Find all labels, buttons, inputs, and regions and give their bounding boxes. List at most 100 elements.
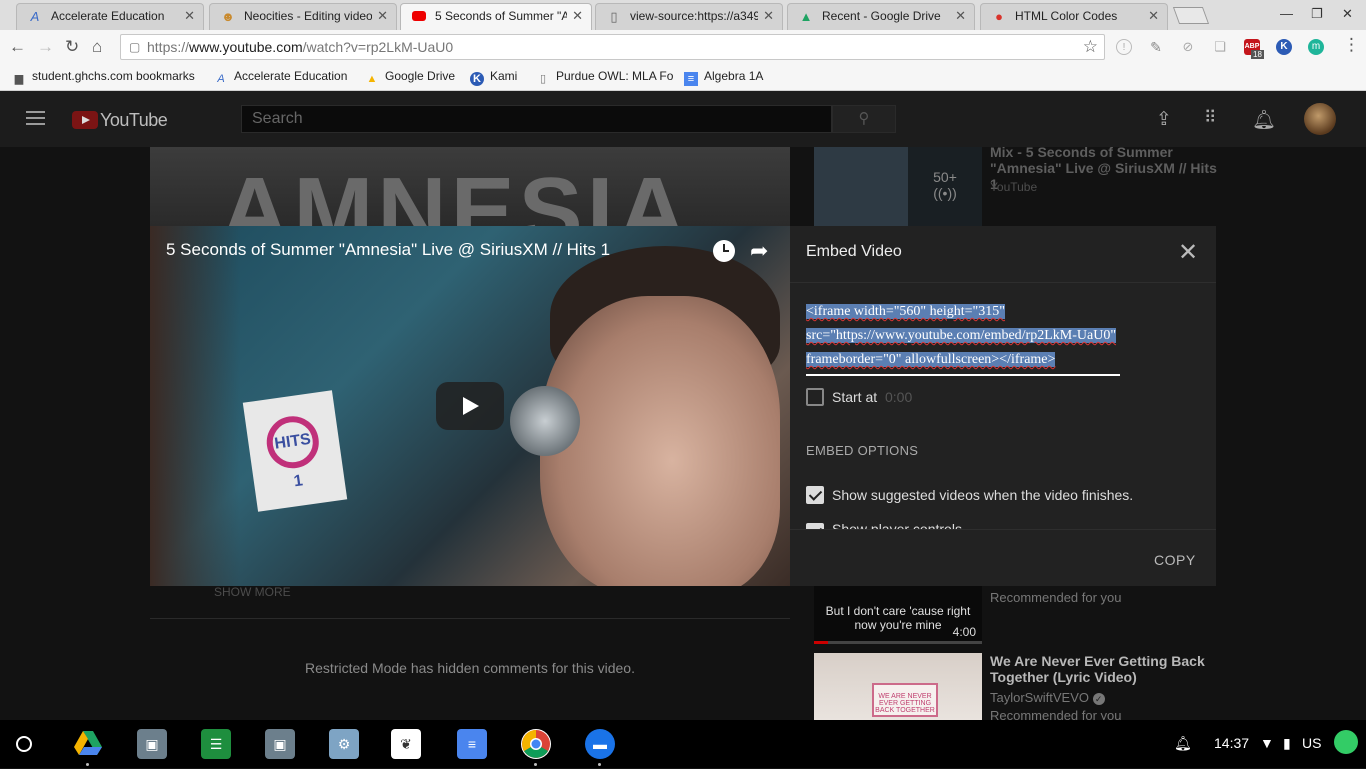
address-bar[interactable]: ▢ https://www.youtube.com/watch?v=rp2LkM… [120, 34, 1105, 60]
extension-mute-icon[interactable]: ⊘ [1180, 39, 1196, 55]
user-avatar[interactable] [1334, 730, 1358, 754]
player-controls-label: Show player controls. [832, 521, 966, 529]
sidebar-video-thumbnail[interactable]: But I don't care 'cause right now you're… [814, 586, 982, 644]
notifications-bell-icon[interactable]: 🔔︎ [1252, 108, 1276, 132]
bookmark-kami[interactable]: K Kami [470, 69, 517, 86]
notification-bell-icon[interactable]: 🔔︎ [1174, 735, 1192, 752]
extension-edit-icon[interactable]: ✎ [1148, 39, 1164, 55]
bookmark-google-drive[interactable]: ▲ Google Drive [365, 69, 455, 86]
bookmark-student-ghchs[interactable]: ▆ student.ghchs.com bookmarks [12, 69, 195, 86]
close-window-icon[interactable]: ✕ [1342, 6, 1353, 22]
chrome-browser-icon[interactable] [521, 729, 551, 766]
tab-label: 5 Seconds of Summer "A [435, 9, 567, 23]
accelerate-icon: A [217, 73, 225, 85]
battery-icon[interactable]: ▮ [1283, 735, 1291, 752]
app-cube-icon-2[interactable]: ▣ [265, 729, 295, 759]
google-classroom-icon[interactable]: ☰ [201, 729, 231, 759]
embed-panel-title: Embed Video [806, 243, 902, 260]
video-frame-face [540, 296, 780, 586]
launcher-icon[interactable] [16, 736, 32, 752]
forward-icon[interactable]: → [37, 37, 54, 57]
video-frame-microphone [510, 386, 580, 456]
page-icon: ▯ [539, 73, 547, 85]
extension-clock-icon[interactable]: ! [1116, 39, 1132, 55]
watch-later-icon[interactable] [713, 240, 735, 262]
sidebar-mix-thumbnail[interactable]: 50+ ((•)) [814, 147, 982, 227]
tab-label: Recent - Google Drive [822, 9, 941, 23]
minimize-icon[interactable]: — [1280, 6, 1293, 21]
video-duration: 4:00 [952, 625, 976, 639]
kami-icon: K [470, 72, 484, 86]
input-locale[interactable]: US [1302, 735, 1321, 751]
suggested-videos-checkbox[interactable] [806, 486, 824, 504]
player-title[interactable]: 5 Seconds of Summer "Amnesia" Live @ Sir… [166, 240, 610, 260]
youtube-masthead: YouTube Search ⚲ ⇪ ⠿ 🔔︎ [0, 91, 1366, 147]
tab-html-color-codes[interactable]: ● HTML Color Codes ✕ [980, 3, 1168, 30]
tab-close-icon[interactable]: ✕ [572, 8, 583, 24]
files-app-icon[interactable]: ▬ [585, 729, 615, 766]
search-input[interactable]: Search [241, 105, 832, 133]
sidebar-video-title[interactable]: We Are Never Ever Getting Back Together … [990, 653, 1220, 685]
chrome-menu-icon[interactable]: ⋮ [1343, 35, 1360, 55]
bookmark-accelerate-education[interactable]: A Accelerate Education [214, 69, 347, 86]
youtube-icon [411, 9, 427, 25]
mote-extension-icon[interactable]: m [1308, 39, 1324, 55]
maximize-icon[interactable]: ❐ [1311, 6, 1323, 22]
start-at-checkbox[interactable] [806, 388, 824, 406]
app-tree-icon[interactable]: ❦ [391, 729, 421, 759]
google-drive-app-icon[interactable] [73, 729, 103, 766]
color-codes-icon: ● [995, 9, 1003, 24]
folder-icon: ▆ [14, 73, 24, 85]
mic-flag: HITS 1 [242, 390, 348, 512]
show-more-button[interactable]: SHOW MORE [214, 585, 291, 599]
guide-menu-icon[interactable] [26, 111, 45, 129]
start-at-time-input[interactable]: 0:00 [885, 389, 912, 405]
sidebar-video-thumbnail[interactable]: WE ARE NEVER EVER GETTING BACK TOGETHER [814, 653, 982, 720]
home-icon[interactable]: ⌂ [92, 37, 102, 57]
youtube-logo[interactable]: YouTube [72, 110, 168, 131]
app-cube-icon[interactable]: ▣ [137, 729, 167, 759]
app-gear-icon[interactable]: ⚙ [329, 729, 359, 759]
tab-close-icon[interactable]: ✕ [377, 8, 388, 24]
tab-neocities[interactable]: ☻ Neocities - Editing video ✕ [209, 3, 397, 30]
watched-progress [814, 641, 982, 644]
tab-close-icon[interactable]: ✕ [184, 8, 195, 24]
tab-close-icon[interactable]: ✕ [955, 8, 966, 24]
tab-close-icon[interactable]: ✕ [763, 8, 774, 24]
embed-options-heading: EMBED OPTIONS [806, 443, 919, 458]
kami-extension-icon[interactable]: K [1276, 39, 1292, 55]
bookmark-algebra-1a[interactable]: ≡ Algebra 1A [684, 69, 763, 86]
tab-view-source[interactable]: ▯ view-source:https://a349 ✕ [595, 3, 783, 30]
apps-grid-icon[interactable]: ⠿ [1204, 108, 1216, 128]
tab-accelerate-education[interactable]: A Accelerate Education ✕ [16, 3, 204, 30]
avatar[interactable] [1304, 103, 1336, 135]
embed-code-textarea[interactable]: <iframe width="560" height="315" src="ht… [806, 300, 1120, 376]
extension-copy-icon[interactable]: ❏ [1212, 39, 1228, 55]
search-button[interactable]: ⚲ [832, 105, 896, 133]
upload-icon[interactable]: ⇪ [1156, 108, 1172, 131]
play-button[interactable] [436, 382, 504, 430]
drive-icon: ▲ [799, 9, 813, 24]
back-icon[interactable]: ← [9, 37, 26, 57]
page-info-icon[interactable]: ▢ [129, 40, 140, 54]
bookmark-star-icon[interactable]: ☆ [1083, 37, 1098, 57]
verified-icon: ✓ [1092, 693, 1105, 705]
clock-time[interactable]: 14:37 [1214, 735, 1249, 751]
reload-icon[interactable]: ↻ [65, 37, 79, 57]
tab-close-icon[interactable]: ✕ [1148, 8, 1159, 24]
google-docs-icon[interactable]: ≡ [457, 729, 487, 759]
share-icon[interactable]: ➦ [750, 238, 768, 264]
copy-button[interactable]: COPY [1154, 552, 1196, 568]
browser-toolbar: ← → ↻ ⌂ ▢ https://www.youtube.com/watch?… [0, 30, 1366, 64]
embed-panel-header: Embed Video ✕ [790, 226, 1216, 283]
tab-youtube-video[interactable]: 5 Seconds of Summer "A ✕ [400, 3, 592, 30]
mix-radio-icon: ((•)) [933, 185, 957, 201]
close-icon[interactable]: ✕ [1178, 240, 1198, 266]
new-tab-button[interactable] [1172, 7, 1210, 24]
wifi-icon[interactable]: ▼ [1260, 735, 1274, 751]
tab-google-drive[interactable]: ▲ Recent - Google Drive ✕ [787, 3, 975, 30]
video-player[interactable]: HITS 1 5 Seconds of Summer "Amnesia" Liv… [150, 226, 790, 586]
bookmark-purdue-owl[interactable]: ▯ Purdue OWL: MLA Fo [536, 69, 673, 86]
browser-tab-strip: A Accelerate Education ✕ ☻ Neocities - E… [0, 0, 1366, 30]
divider [150, 618, 790, 619]
